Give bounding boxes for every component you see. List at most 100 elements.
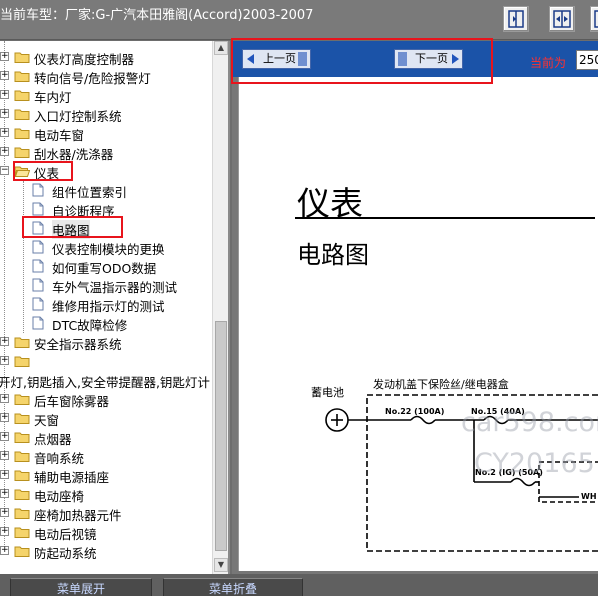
annotation-box-folder <box>13 161 73 181</box>
expand-toggle-icon[interactable]: + <box>0 90 9 99</box>
menu-tree: ▲ ▼ + 仪表灯高度控制器 + 转向信号/危险报警灯 + 车内灯 + 入口灯控制系统 + 电动车… <box>0 41 230 574</box>
tree-item-label: 组件位置索引 <box>52 185 128 200</box>
tree-folder-item[interactable]: + 后车窗除雾器 <box>0 390 212 409</box>
watermark-text: CY20165 <box>474 448 595 479</box>
tree-folder-item[interactable]: + 电动后视镜 <box>0 523 212 542</box>
view-single-button[interactable] <box>503 6 529 32</box>
expand-toggle-icon[interactable]: + <box>0 413 9 422</box>
tree-folder-item[interactable]: 开灯,钥匙插入,安全带提醒器,钥匙灯计 <box>0 371 212 390</box>
page-subtitle: 电路图 <box>297 241 369 269</box>
tree-folder-item[interactable]: + 辅助电源插座 <box>0 466 212 485</box>
tree-item-label: 电动后视镜 <box>34 527 97 542</box>
tree-folder-item[interactable]: + 电动车窗 <box>0 124 212 143</box>
expand-toggle-icon[interactable]: + <box>0 128 9 137</box>
view-expand-button[interactable] <box>590 6 598 32</box>
tree-item-label: 入口灯控制系统 <box>34 109 122 124</box>
folder-icon <box>14 146 30 158</box>
expand-toggle-icon[interactable]: + <box>0 432 9 441</box>
folder-icon <box>14 469 30 481</box>
tree-leaf-item[interactable]: DTC故障检修 <box>0 314 212 333</box>
tree-item-label: 开灯,钥匙插入,安全带提醒器,钥匙灯计 <box>0 375 210 390</box>
document-icon <box>32 259 44 273</box>
menu-expand-button[interactable]: 菜单展开 <box>10 578 152 596</box>
expand-toggle-icon[interactable]: + <box>0 356 9 365</box>
tree-scrollbar[interactable]: ▲ ▼ <box>212 41 228 574</box>
annotation-box-nav <box>231 38 493 84</box>
tree-item-label: DTC故障检修 <box>52 318 128 333</box>
view-dual-button[interactable] <box>549 6 575 32</box>
tree-leaf-item[interactable]: 组件位置索引 <box>0 181 212 200</box>
tree-item-label: 座椅加热器元件 <box>34 508 122 523</box>
folder-icon <box>14 412 30 424</box>
folder-icon <box>14 450 30 462</box>
tree-folder-item[interactable]: + 转向信号/危险报警灯 <box>0 67 212 86</box>
folder-icon <box>14 127 30 139</box>
expand-toggle-icon[interactable]: + <box>0 394 9 403</box>
tree-folder-item[interactable]: + 仪表灯高度控制器 <box>0 48 212 67</box>
folder-icon <box>14 526 30 538</box>
folder-icon <box>14 51 30 63</box>
watermark-text: car598.com <box>461 407 598 438</box>
tree-folder-item[interactable]: + 点烟器 <box>0 428 212 447</box>
tree-item-label: 电动车窗 <box>34 128 85 143</box>
tree-item-label: 辅助电源插座 <box>34 470 110 485</box>
folder-icon <box>14 108 30 120</box>
tree-item-label: 电动座椅 <box>34 489 85 504</box>
tree-folder-item[interactable]: + 入口灯控制系统 <box>0 105 212 124</box>
expand-toggle-icon[interactable]: + <box>0 489 9 498</box>
expand-toggle-icon[interactable]: + <box>0 470 9 479</box>
document-page: 仪表 电路图 蓄电池 发动机盖下保险丝/继电器盒 No.22 (100A) No… <box>238 77 598 571</box>
expand-toggle-icon[interactable]: + <box>0 147 9 156</box>
tree-folder-item[interactable]: + 座椅加热器元件 <box>0 504 212 523</box>
tree-item-label: 后车窗除雾器 <box>34 394 110 409</box>
folder-icon <box>14 488 30 500</box>
app-window: 当前车型：厂家:G-广汽本田雅阁(Accord)2003-2007 ▲ ▼ + … <box>0 0 598 596</box>
scroll-thumb[interactable] <box>215 321 227 551</box>
collapse-toggle-icon[interactable]: − <box>0 166 9 175</box>
current-page-input[interactable]: 250 <box>576 50 598 70</box>
panel-right-icon <box>508 10 524 28</box>
tree-folder-item[interactable]: + 车内灯 <box>0 86 212 105</box>
annotation-box-item <box>22 216 123 238</box>
folder-icon <box>14 89 30 101</box>
tree-folder-item[interactable]: + 防起动系统 <box>0 542 212 561</box>
tree-item-label: 防起动系统 <box>34 546 97 561</box>
expand-toggle-icon[interactable]: + <box>0 109 9 118</box>
tree-item-label: 仪表控制模块的更换 <box>52 242 165 257</box>
document-icon <box>32 240 44 254</box>
circuit-diagram: 蓄电池 发动机盖下保险丝/继电器盒 No.22 (100A) No.15 (40… <box>311 377 598 552</box>
expand-toggle-icon[interactable]: + <box>0 546 9 555</box>
folder-icon <box>14 355 30 367</box>
tree-item-label: 维修用指示灯的测试 <box>52 299 165 314</box>
tree-leaf-item[interactable]: 车外气温指示器的测试 <box>0 276 212 295</box>
document-icon <box>32 183 44 197</box>
tree-folder-item[interactable]: + 刮水器/洗涤器 <box>0 143 212 162</box>
expand-toggle-icon[interactable]: + <box>0 52 9 61</box>
tree-leaf-item[interactable]: 仪表控制模块的更换 <box>0 238 212 257</box>
expand-toggle-icon[interactable]: + <box>0 71 9 80</box>
expand-toggle-icon[interactable]: + <box>0 527 9 536</box>
tree-folder-item[interactable]: + 音响系统 <box>0 447 212 466</box>
expand-toggle-icon[interactable]: + <box>0 451 9 460</box>
title-rule <box>295 217 595 219</box>
vehicle-title: 当前车型：厂家:G-广汽本田雅阁(Accord)2003-2007 <box>0 8 314 23</box>
tree-folder-item[interactable]: + 电动座椅 <box>0 485 212 504</box>
tree-item-label: 车内灯 <box>34 90 72 105</box>
tree-folder-item[interactable]: + 安全指示器系统 <box>0 333 212 352</box>
tree-item-label: 仪表灯高度控制器 <box>34 52 135 67</box>
scroll-down-arrow-icon[interactable]: ▼ <box>214 558 228 572</box>
menu-collapse-button[interactable]: 菜单折叠 <box>163 578 303 596</box>
document-icon <box>32 278 44 292</box>
scroll-up-arrow-icon[interactable]: ▲ <box>214 41 228 55</box>
expand-toggle-icon[interactable]: + <box>0 508 9 517</box>
document-viewer: 上一页 下一页 当前为 250 仪表 电路图 蓄电池 发动机盖下保险丝/继电器盒 <box>232 41 598 574</box>
document-icon <box>32 297 44 311</box>
tree-item-label: 车外气温指示器的测试 <box>52 280 178 295</box>
expand-toggle-icon[interactable]: + <box>0 337 9 346</box>
tree-item-label: 如何重写ODO数据 <box>52 261 157 276</box>
tree-folder-item[interactable]: + 天窗 <box>0 409 212 428</box>
tree-leaf-item[interactable]: 维修用指示灯的测试 <box>0 295 212 314</box>
tree-leaf-item[interactable]: 如何重写ODO数据 <box>0 257 212 276</box>
tree-folder-item[interactable]: + <box>0 352 212 371</box>
panel-expand-icon <box>594 10 598 28</box>
